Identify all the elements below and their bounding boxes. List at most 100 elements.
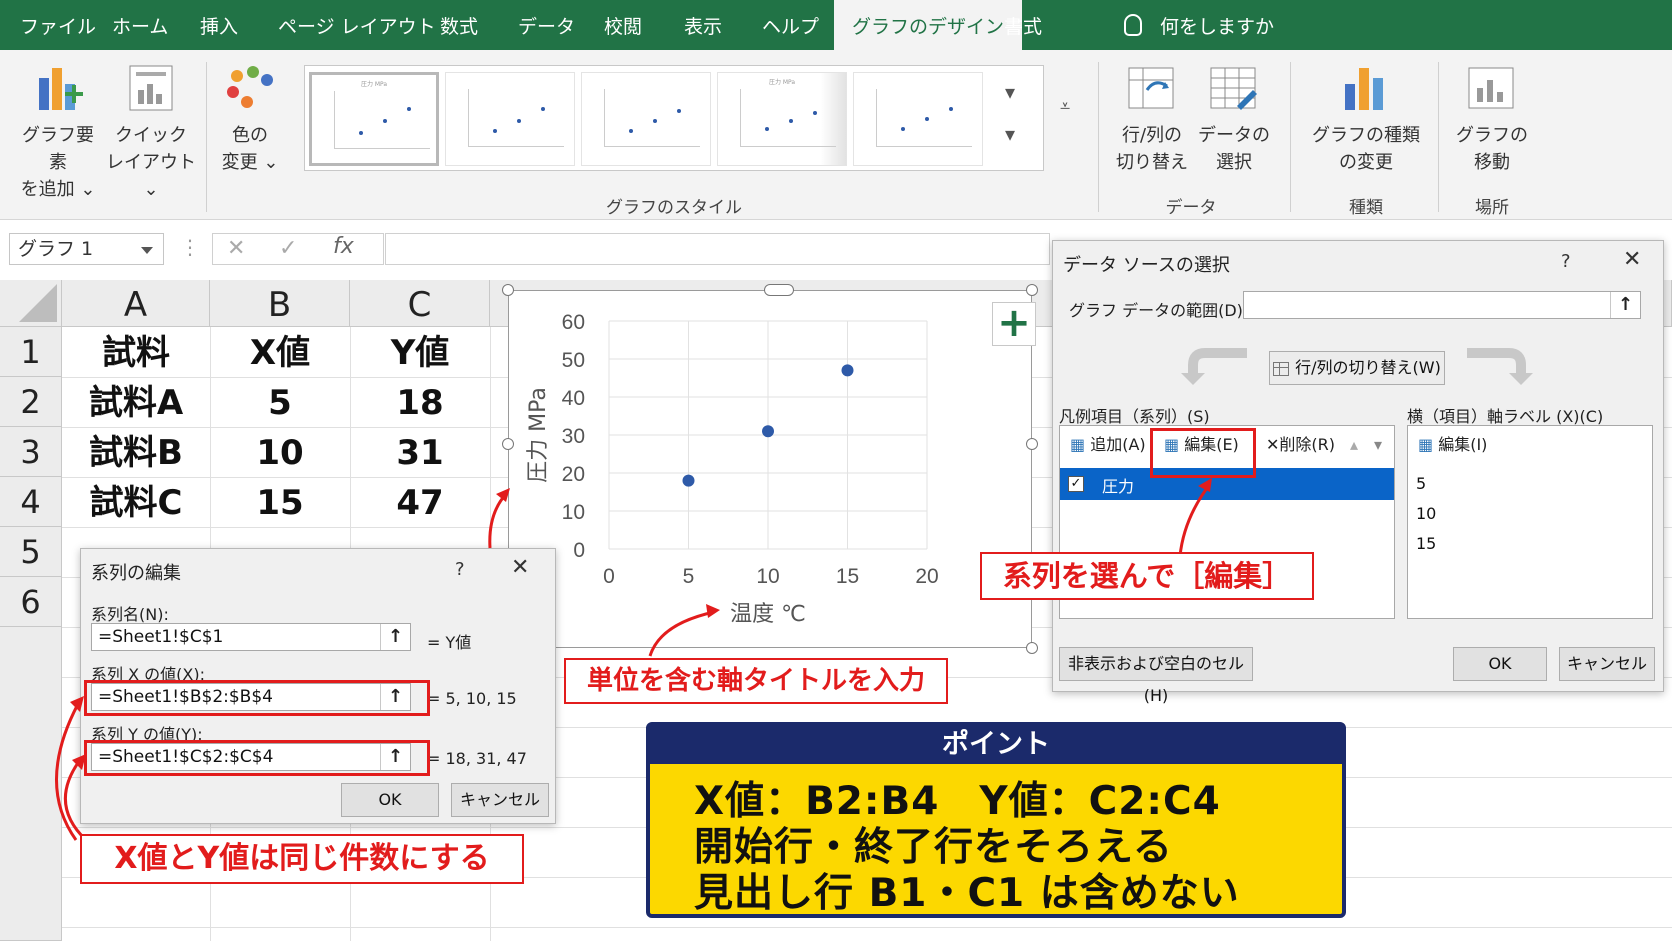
row-header-1[interactable]: 1: [0, 327, 62, 377]
location-group-label: 場所: [1475, 198, 1509, 218]
ok-button[interactable]: OK: [1453, 647, 1547, 681]
add-series-label: 追加(A): [1090, 435, 1146, 454]
tab-chart-design[interactable]: グラフのデザイン: [834, 0, 1023, 50]
chart-style-thumb-4[interactable]: 圧力 MPa: [717, 72, 847, 166]
move-down-icon[interactable]: ▾: [1374, 430, 1382, 460]
change-chart-type-button[interactable]: グラフの種類 の変更: [1302, 62, 1430, 176]
resize-handle[interactable]: [502, 438, 514, 450]
cell-c3[interactable]: 31: [350, 427, 490, 477]
name-box-value: グラフ 1: [18, 238, 94, 260]
series-name: 圧力: [1102, 477, 1135, 496]
row-header-4[interactable]: 4: [0, 477, 62, 527]
axis-label-item[interactable]: 5: [1416, 474, 1426, 493]
cell-a2[interactable]: 試料A: [62, 377, 210, 427]
x-range-highlight: [84, 680, 430, 716]
cell-b4[interactable]: 15: [210, 477, 350, 527]
help-icon[interactable]: ?: [455, 559, 465, 580]
collapse-dialog-icon[interactable]: ↑: [380, 624, 410, 650]
scatter-chart[interactable]: 0 10 20 30 40 50 60 0 5 10 15 20 圧力 MPa 温度 ℃: [508, 290, 1032, 648]
axis-label-item[interactable]: 10: [1416, 504, 1436, 523]
chart-style-thumb-2[interactable]: [445, 72, 575, 166]
cell-a1[interactable]: 試料: [62, 327, 210, 377]
tab-page-layout[interactable]: ページ レイアウト: [278, 0, 436, 50]
y-tick-label: 40: [562, 387, 585, 410]
cell-b3[interactable]: 10: [210, 427, 350, 477]
tab-review[interactable]: 校閲: [604, 0, 642, 50]
move-chart-button[interactable]: グラフの 移動: [1446, 62, 1538, 176]
confirm-entry-icon[interactable]: ✓: [279, 236, 297, 261]
tab-view[interactable]: 表示: [684, 0, 722, 50]
series-checkbox[interactable]: ✓: [1068, 476, 1084, 492]
chart-style-thumb-1[interactable]: 圧力 MPa: [309, 72, 439, 166]
resize-handle[interactable]: [1026, 438, 1038, 450]
tab-file[interactable]: ファイル: [20, 0, 96, 50]
cell-c2[interactable]: 18: [350, 377, 490, 427]
column-header-b[interactable]: B: [210, 280, 350, 327]
close-icon[interactable]: ✕: [511, 555, 529, 580]
tab-insert[interactable]: 挿入: [200, 0, 238, 50]
collapse-dialog-icon[interactable]: ↑: [1610, 292, 1640, 318]
tell-me-search[interactable]: 何をしますか: [1124, 0, 1274, 50]
switch-row-column-dialog-button[interactable]: 行/列の切り替え(W): [1269, 351, 1445, 385]
chart-style-thumb-3[interactable]: [581, 72, 711, 166]
column-header-a[interactable]: A: [62, 280, 210, 327]
series-name-input[interactable]: =Sheet1!$C$1 ↑: [91, 623, 411, 651]
add-chart-element-button[interactable]: グラフ要素 を追加 ⌄: [14, 62, 102, 203]
cell-b1[interactable]: X値: [210, 327, 350, 377]
gallery-down-icon[interactable]: ▾: [1005, 122, 1015, 146]
y-tick-label: 10: [562, 501, 585, 524]
name-box[interactable]: グラフ 1: [9, 233, 164, 265]
formula-input[interactable]: [385, 233, 1050, 265]
resize-handle[interactable]: [502, 284, 514, 296]
help-icon[interactable]: ?: [1561, 251, 1571, 272]
cell-b2[interactable]: 5: [210, 377, 350, 427]
tab-help[interactable]: ヘルプ: [762, 0, 819, 50]
cancel-entry-icon[interactable]: ✕: [227, 236, 245, 261]
thumb-plot: [334, 91, 430, 149]
chart-elements-plus-button[interactable]: +: [992, 302, 1036, 346]
chart-range-input[interactable]: ↑: [1243, 291, 1641, 319]
quick-layout-button[interactable]: クイック レイアウト ⌄: [106, 62, 196, 203]
resize-handle[interactable]: [1026, 284, 1038, 296]
axis-label-item[interactable]: 15: [1416, 534, 1436, 553]
chevron-down-icon[interactable]: [141, 247, 153, 254]
cell-c1[interactable]: Y値: [350, 327, 490, 377]
move-up-icon[interactable]: ▴: [1350, 430, 1358, 460]
cell-a3[interactable]: 試料B: [62, 427, 210, 477]
edit-axis-labels-button[interactable]: ▦ 編集(I): [1418, 430, 1487, 460]
chart-style-thumb-5[interactable]: [853, 72, 983, 166]
select-data-button[interactable]: データの 選択: [1194, 62, 1274, 176]
ok-button[interactable]: OK: [341, 783, 439, 817]
hidden-empty-cells-button[interactable]: 非表示および空白のセル(H): [1059, 647, 1253, 705]
cancel-button[interactable]: キャンセル: [1559, 647, 1655, 681]
select-all-corner[interactable]: [0, 280, 62, 327]
column-header-c[interactable]: C: [350, 280, 490, 327]
row-header-6[interactable]: 6: [0, 577, 62, 627]
cell-c4[interactable]: 47: [350, 477, 490, 527]
close-icon[interactable]: ✕: [1623, 247, 1641, 272]
add-series-button[interactable]: ▦ 追加(A): [1070, 430, 1146, 460]
switch-grid-icon: [1273, 361, 1290, 376]
tab-formulas[interactable]: 数式: [440, 0, 478, 50]
row-header-2[interactable]: 2: [0, 377, 62, 427]
row-header-5[interactable]: 5: [0, 527, 62, 577]
tab-format[interactable]: 書式: [1004, 0, 1042, 50]
change-colors-button[interactable]: 色の 変更 ⌄: [214, 62, 286, 176]
change-chart-type-label-2: の変更: [1339, 152, 1393, 173]
tab-home[interactable]: ホーム: [112, 0, 168, 50]
rotate-handle[interactable]: [764, 284, 794, 296]
insert-function-icon[interactable]: fx: [333, 234, 354, 259]
tab-data[interactable]: データ: [518, 0, 575, 50]
move-chart-icon: [1468, 67, 1514, 109]
ribbon-separator: [206, 62, 207, 212]
cancel-button[interactable]: キャンセル: [451, 783, 549, 817]
gallery-up-icon[interactable]: ▾: [1005, 80, 1015, 104]
switch-row-column-button[interactable]: 行/列の 切り替え: [1108, 62, 1196, 176]
cell-a4[interactable]: 試料C: [62, 477, 210, 527]
resize-handle[interactable]: [1026, 642, 1038, 654]
gallery-more-icon[interactable]: ⩡: [1060, 96, 1070, 117]
remove-series-label: 削除(R): [1279, 435, 1336, 454]
remove-series-button[interactable]: ✕削除(R): [1266, 430, 1335, 460]
ribbon-separator: [1098, 62, 1099, 212]
row-header-3[interactable]: 3: [0, 427, 62, 477]
